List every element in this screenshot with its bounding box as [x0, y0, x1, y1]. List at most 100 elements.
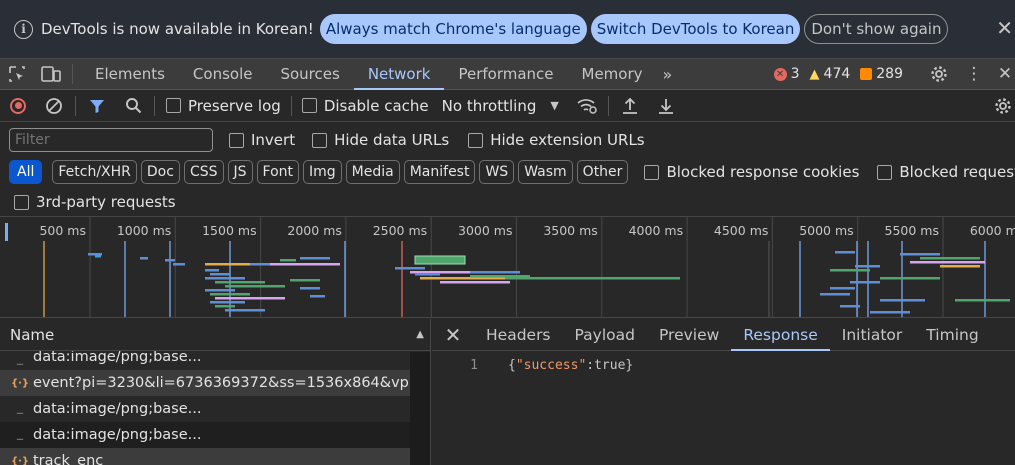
close-icon[interactable]: ✕	[996, 18, 1013, 38]
request-bar	[920, 257, 980, 260]
dont-show-again-button[interactable]: Don't show again	[804, 14, 949, 44]
tick-label: 2000 ms	[287, 223, 341, 238]
checkbox[interactable]	[229, 132, 244, 148]
type-chip-other[interactable]: Other	[576, 160, 629, 184]
search-icon[interactable]	[115, 91, 151, 121]
tab-performance[interactable]: Performance	[444, 59, 567, 89]
settings-icon[interactable]	[926, 59, 952, 89]
hide-data-urls-checkbox[interactable]: Hide data URLs	[312, 131, 449, 149]
tab-console[interactable]: Console	[179, 59, 267, 89]
type-chip-img[interactable]: Img	[303, 160, 342, 184]
filter-icon[interactable]	[79, 91, 115, 121]
clear-icon[interactable]	[36, 91, 72, 121]
checkbox[interactable]	[468, 132, 484, 148]
response-body[interactable]: 1 {"success":true}	[432, 351, 1015, 373]
response-text: {"success":true}	[508, 358, 633, 373]
filter-input[interactable]	[9, 128, 213, 152]
tick-label: 6000 ms	[970, 223, 1015, 238]
hide-extension-urls-checkbox[interactable]: Hide extension URLs	[468, 131, 645, 149]
issues-count[interactable]: 289	[860, 66, 903, 82]
type-chip-fetch-xhr[interactable]: Fetch/XHR	[52, 160, 137, 184]
tab-initiator[interactable]: Initiator	[830, 319, 915, 350]
tab-elements[interactable]: Elements	[81, 59, 179, 89]
tab-timing[interactable]: Timing	[914, 319, 990, 350]
request-bar	[855, 265, 880, 268]
warning-count-value: 474	[823, 66, 851, 82]
preserve-log-checkbox[interactable]: Preserve log	[166, 97, 281, 115]
throttling-select[interactable]: No throttling ▼	[442, 97, 559, 115]
tab-preview[interactable]: Preview	[647, 319, 731, 350]
error-count-value: 3	[790, 66, 800, 82]
request-bar	[140, 257, 148, 260]
request-bar	[205, 289, 235, 292]
type-chip-font[interactable]: Font	[256, 160, 299, 184]
name-column-header[interactable]: Name ▲	[0, 319, 430, 351]
list-item[interactable]: ▁ data:image/png;base...	[0, 422, 410, 448]
network-overview-timeline[interactable]: 500 ms 1000 ms 1500 ms 2000 ms 2500 ms 3000 m…	[0, 216, 1015, 318]
disable-cache-checkbox[interactable]: Disable cache	[301, 97, 429, 115]
close-devtools-icon[interactable]: ✕	[994, 59, 1015, 89]
type-chip-ws[interactable]: WS	[479, 160, 515, 184]
checkbox[interactable]	[644, 164, 660, 180]
always-match-language-button[interactable]: Always match Chrome's language	[319, 14, 587, 44]
more-tabs-icon[interactable]: »	[657, 65, 679, 84]
overview-graph[interactable]: 500 ms 1000 ms 1500 ms 2000 ms 2500 ms 3000 m…	[0, 217, 1015, 318]
close-icon[interactable]: ✕	[432, 323, 474, 347]
list-item[interactable]: {·} event?pi=3230&li=6736369372&ss=1536x…	[0, 370, 410, 396]
checkbox[interactable]	[14, 194, 29, 210]
tab-sources[interactable]: Sources	[266, 59, 353, 89]
request-bar	[270, 263, 340, 266]
type-chip-doc[interactable]: Doc	[140, 160, 180, 184]
request-bar	[205, 263, 250, 266]
more-options-icon[interactable]: ⋮	[962, 59, 986, 89]
type-chip-css[interactable]: CSS	[183, 160, 224, 184]
third-party-requests-checkbox[interactable]: 3rd-party requests	[14, 193, 176, 211]
hide-data-urls-label: Hide data URLs	[334, 131, 450, 149]
network-settings-icon[interactable]	[990, 91, 1015, 121]
checkbox[interactable]	[301, 98, 317, 113]
export-har-icon[interactable]	[648, 91, 684, 121]
toolbar-divider	[72, 64, 73, 84]
invert-checkbox[interactable]: Invert	[229, 131, 295, 149]
device-toolbar-icon[interactable]	[34, 59, 68, 89]
blocked-requests-checkbox[interactable]: Blocked requests	[877, 163, 1015, 181]
range-handle[interactable]	[5, 223, 8, 241]
type-chip-media[interactable]: Media	[345, 160, 400, 184]
inspect-element-icon[interactable]	[0, 59, 34, 89]
type-chip-wasm[interactable]: Wasm	[518, 160, 573, 184]
checkbox[interactable]	[877, 164, 893, 180]
scrollbar[interactable]	[410, 352, 430, 465]
tab-memory[interactable]: Memory	[568, 59, 657, 89]
request-bar	[835, 251, 855, 254]
sort-ascending-icon: ▲	[416, 329, 424, 340]
import-har-icon[interactable]	[612, 91, 648, 121]
list-item[interactable]: ▁ data:image/png;base...	[0, 396, 410, 422]
tick-label: 4000 ms	[629, 223, 683, 238]
record-icon[interactable]	[0, 91, 36, 121]
issue-counters[interactable]: ✕ 3 ▲ 474 289	[764, 59, 903, 89]
tick-label: 1000 ms	[117, 223, 171, 238]
checkbox[interactable]	[166, 98, 181, 113]
request-bar	[900, 253, 940, 256]
tab-response[interactable]: Response	[731, 319, 831, 351]
error-count[interactable]: ✕ 3	[773, 66, 800, 82]
close-brace: }	[625, 358, 634, 373]
request-bar	[870, 311, 910, 314]
warning-count[interactable]: ▲ 474	[810, 66, 851, 82]
request-bar	[215, 305, 235, 308]
tab-network[interactable]: Network	[353, 59, 445, 90]
list-item[interactable]: ▁ data:image/png;base...	[0, 351, 410, 370]
info-icon: i	[14, 19, 33, 39]
switch-to-korean-button[interactable]: Switch DevTools to Korean	[590, 14, 801, 44]
type-chip-js[interactable]: JS	[227, 160, 253, 184]
network-conditions-icon[interactable]	[569, 91, 605, 121]
type-chip-manifest[interactable]: Manifest	[403, 160, 476, 184]
type-chip-all[interactable]: All	[9, 160, 43, 184]
tab-headers[interactable]: Headers	[474, 319, 563, 350]
checkbox[interactable]	[312, 132, 328, 148]
tab-payload[interactable]: Payload	[563, 319, 647, 350]
blocked-response-cookies-checkbox[interactable]: Blocked response cookies	[644, 163, 859, 181]
list-item[interactable]: {·} track_enc	[0, 448, 410, 465]
open-brace: {	[508, 358, 516, 373]
request-bar	[910, 261, 985, 264]
